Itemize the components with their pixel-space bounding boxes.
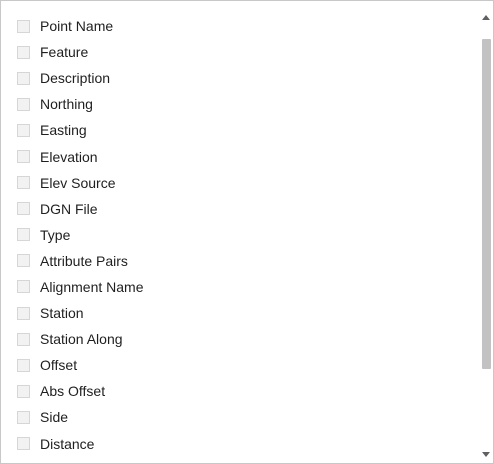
item-checkbox[interactable] [17, 384, 30, 398]
list-item[interactable]: Type [17, 222, 467, 248]
scrollbar-thumb[interactable] [482, 39, 491, 369]
item-checkbox[interactable] [17, 437, 30, 451]
list-item[interactable]: Offset [17, 352, 467, 378]
item-checkbox[interactable] [17, 19, 30, 33]
item-label: Northing [40, 96, 93, 113]
item-checkbox[interactable] [17, 254, 30, 268]
item-label: Feature [40, 44, 89, 61]
list-item[interactable]: DGN File [17, 196, 467, 222]
item-checkbox[interactable] [17, 123, 30, 137]
item-label: Station Along [40, 331, 123, 348]
list-item[interactable]: Side [17, 404, 467, 430]
item-label: Alignment Name [40, 278, 144, 295]
item-checkbox[interactable] [17, 358, 30, 372]
list-item[interactable]: Point Name [17, 13, 467, 39]
item-checkbox[interactable] [17, 176, 30, 190]
item-label: Offset [40, 357, 78, 374]
list-item[interactable]: Feature [17, 39, 467, 65]
list-item[interactable]: Attribute Pairs [17, 248, 467, 274]
list-item[interactable]: Distance [17, 431, 467, 457]
list-item[interactable]: Description [17, 65, 467, 91]
item-label: Distance [40, 435, 95, 452]
list-item[interactable]: Station Along [17, 326, 467, 352]
item-label: DGN File [40, 200, 98, 217]
item-label: Description [40, 70, 111, 87]
list-item[interactable]: Easting [17, 117, 467, 143]
item-checkbox[interactable] [17, 280, 30, 294]
item-label: Abs Offset [40, 383, 106, 400]
list-item[interactable]: Alignment Name [17, 274, 467, 300]
list-item[interactable]: Northing [17, 91, 467, 117]
item-checkbox[interactable] [17, 202, 30, 216]
item-checkbox[interactable] [17, 150, 30, 164]
item-label: Elev Source [40, 174, 116, 191]
item-label: Easting [40, 122, 87, 139]
list-item[interactable]: Elevation [17, 143, 467, 169]
item-checkbox[interactable] [17, 71, 30, 85]
list-item[interactable]: Elev Source [17, 170, 467, 196]
list-item[interactable]: Station [17, 300, 467, 326]
column-checklist: Point Name Feature Description Northing … [0, 0, 494, 464]
chevron-up-icon[interactable] [482, 15, 490, 20]
item-label: Elevation [40, 148, 98, 165]
list-item[interactable]: Abs Offset [17, 378, 467, 404]
item-checkbox[interactable] [17, 97, 30, 111]
checklist-items: Point Name Feature Description Northing … [17, 13, 467, 457]
item-label: Attribute Pairs [40, 252, 128, 269]
item-label: Side [40, 409, 69, 426]
item-checkbox[interactable] [17, 410, 30, 424]
item-checkbox[interactable] [17, 306, 30, 320]
item-label: Station [40, 305, 84, 322]
item-checkbox[interactable] [17, 332, 30, 346]
item-checkbox[interactable] [17, 228, 30, 242]
chevron-down-icon[interactable] [482, 452, 490, 457]
item-checkbox[interactable] [17, 45, 30, 59]
item-label: Type [40, 226, 71, 243]
item-label: Point Name [40, 18, 114, 35]
vertical-scrollbar[interactable] [479, 1, 493, 463]
